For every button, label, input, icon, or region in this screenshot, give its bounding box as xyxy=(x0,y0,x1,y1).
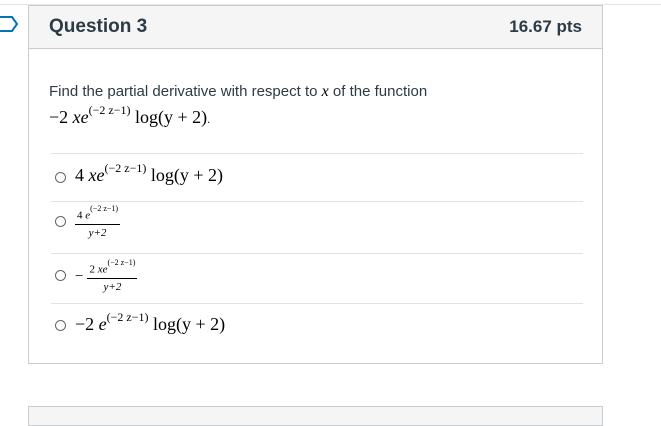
fraction: 4 e(−2 z−1) y+2 xyxy=(75,204,121,239)
answer-tail: log(y + 2) xyxy=(146,165,223,185)
question-title: Question 3 xyxy=(49,16,148,37)
answer-exponent: (−2 z−1) xyxy=(104,161,147,175)
fraction-numerator: 2 xe(−2 z−1) xyxy=(87,258,138,279)
prompt-prefix: Find the partial derivative with respect… xyxy=(49,83,318,100)
num-exponent: (−2 z−1) xyxy=(90,204,119,213)
num-exponent: (−2 z−1) xyxy=(107,258,136,267)
answer-option[interactable]: 4 xe(−2 z−1) log(y + 2) xyxy=(51,153,583,201)
question-points: 16.67 pts xyxy=(509,17,582,36)
answer-option[interactable]: −2 e(−2 z−1) log(y + 2) xyxy=(51,303,583,347)
question-prompt: Find the partial derivative with respect… xyxy=(49,83,427,101)
answer-xe: e xyxy=(98,314,107,334)
fraction-denominator: y+2 xyxy=(87,279,137,293)
answer-xe: xe xyxy=(88,165,105,185)
func-period: . xyxy=(207,112,211,126)
func-xe: xe xyxy=(72,107,89,127)
question-card: Question 3 16.67 pts Find the partial de… xyxy=(28,5,603,364)
answer-sign: − xyxy=(75,268,84,285)
func-exponent: (−2 z−1) xyxy=(88,103,131,117)
fraction-numerator: 4 e(−2 z−1) xyxy=(75,204,121,225)
den-text: y+2 xyxy=(88,226,107,239)
radio-circle-icon[interactable] xyxy=(55,270,66,281)
func-tail: log(y + 2) xyxy=(130,107,208,127)
answer-text: 4 xe(−2 z−1) log(y + 2) xyxy=(75,161,223,186)
answer-text: −2 e(−2 z−1) log(y + 2) xyxy=(75,310,226,335)
radio-circle-icon[interactable] xyxy=(55,216,66,227)
answer-exponent: (−2 z−1) xyxy=(106,310,149,324)
question-header: Question 3 16.67 pts xyxy=(29,6,602,49)
num-lead: 4 xyxy=(77,209,86,222)
answer-lead: −2 xyxy=(75,314,99,334)
answer-option[interactable]: 4 e(−2 z−1) y+2 xyxy=(51,201,583,253)
answer-text: 4 e(−2 z−1) y+2 xyxy=(75,204,121,239)
radio-circle-icon[interactable] xyxy=(55,320,66,331)
next-question-card xyxy=(28,406,603,426)
radio-circle-icon[interactable] xyxy=(55,172,66,183)
prompt-suffix: of the function xyxy=(332,83,428,100)
function-expression: −2 xe(−2 z−1) log(y + 2). xyxy=(49,103,211,128)
answer-tail: log(y + 2) xyxy=(148,314,226,334)
den-text: y+2 xyxy=(103,280,122,293)
answer-text: − 2 xe(−2 z−1) y+2 xyxy=(75,258,138,293)
func-lead: −2 xyxy=(49,107,73,127)
num-lead: 2 xyxy=(89,263,98,276)
fraction-denominator: y+2 xyxy=(75,225,120,239)
bookmark-flag-icon[interactable] xyxy=(0,14,20,34)
answer-lead: 4 xyxy=(75,165,89,185)
fraction: 2 xe(−2 z−1) y+2 xyxy=(87,258,138,293)
prompt-variable: x xyxy=(321,83,329,100)
answer-option[interactable]: − 2 xe(−2 z−1) y+2 xyxy=(51,253,583,303)
